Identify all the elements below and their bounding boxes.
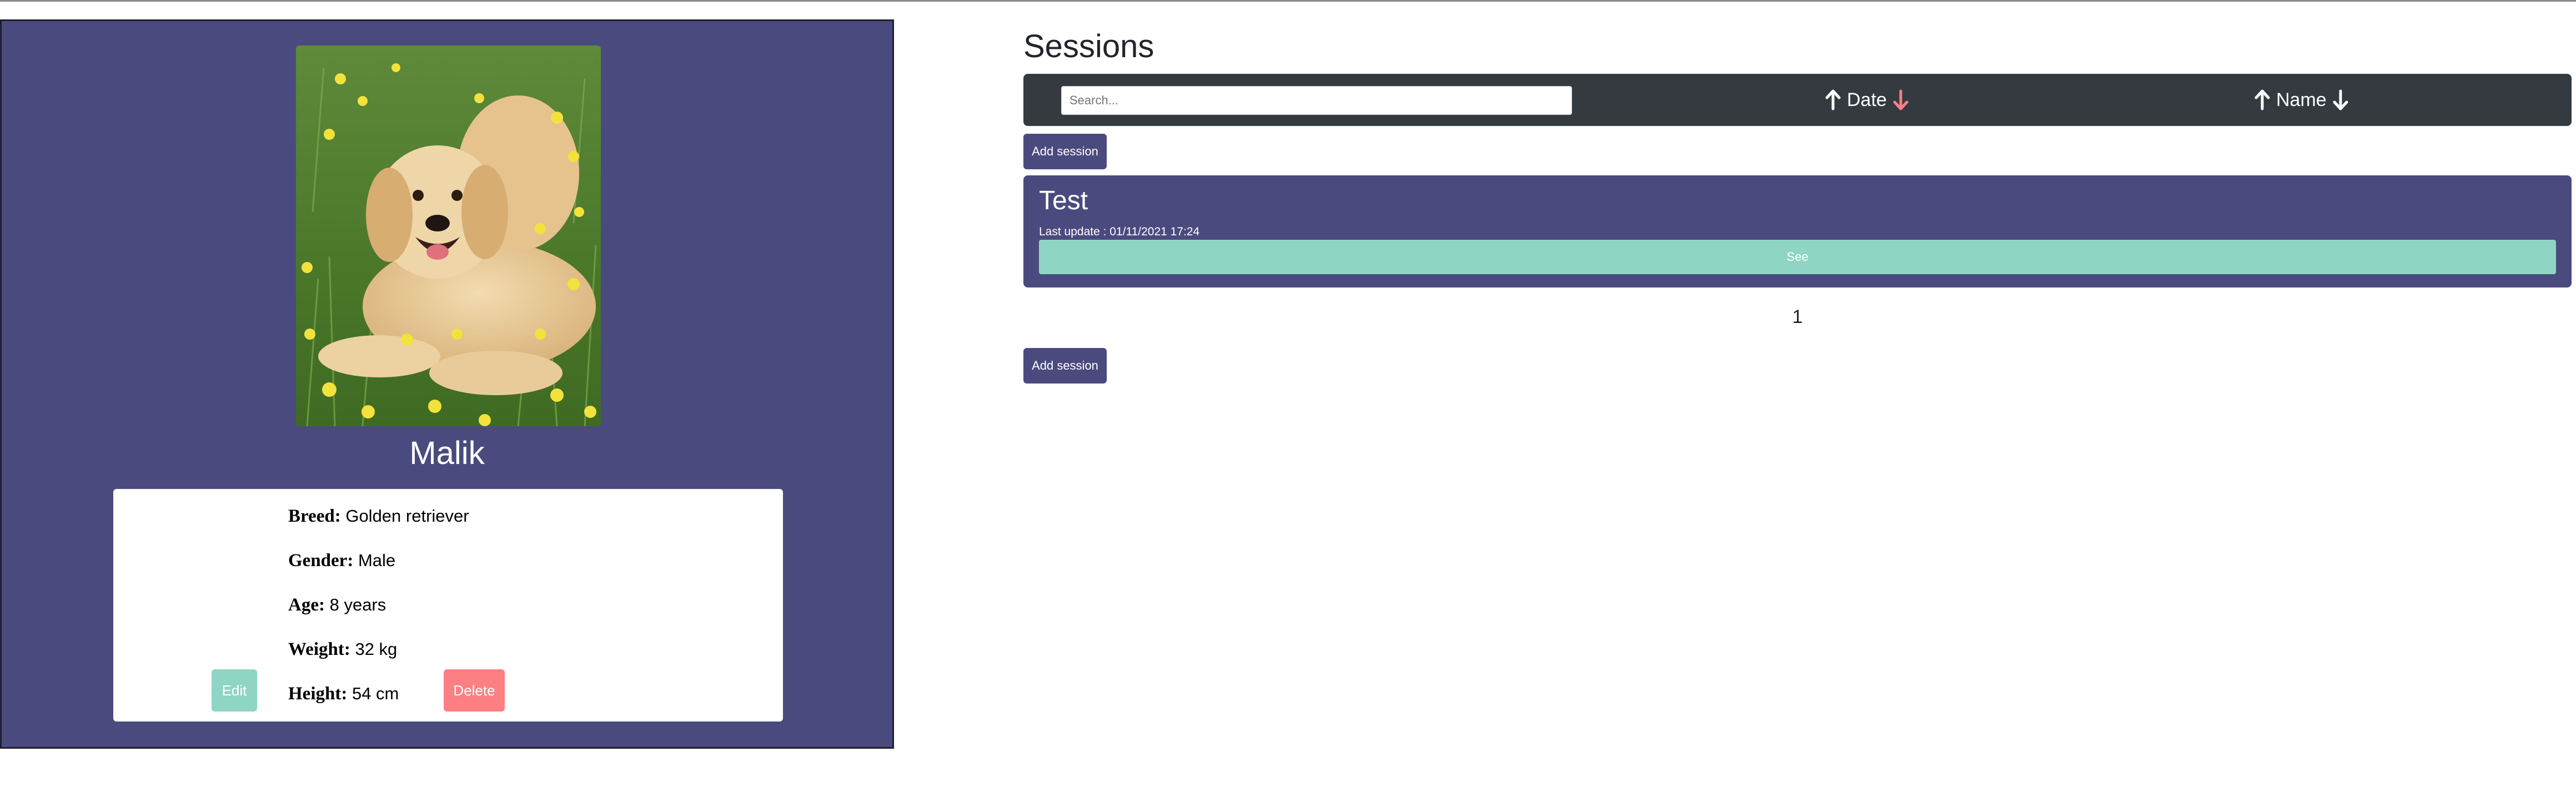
sort-name: Name: [2254, 74, 2349, 126]
edit-button[interactable]: Edit: [212, 669, 257, 712]
age-value: 8 years: [329, 595, 386, 614]
sort-date: Date: [1825, 74, 1909, 126]
weight-row: Weight: 32 kg: [288, 639, 397, 660]
dog-profile-panel: Malik Breed: Golden retriever Gender: Ma…: [0, 19, 894, 749]
height-row: Height: 54 cm: [288, 684, 399, 704]
age-row: Age: 8 years: [288, 595, 386, 616]
session-card: Test Last update : 01/11/2021 17:24 See: [1023, 175, 2572, 287]
search-input[interactable]: [1061, 86, 1572, 115]
age-label: Age:: [288, 595, 325, 615]
gender-label: Gender:: [288, 551, 354, 571]
session-name: Test: [1039, 186, 1088, 215]
sort-date-label: Date: [1847, 89, 1887, 110]
dog-name: Malik: [409, 435, 485, 471]
pagination-page[interactable]: 1: [1777, 306, 1818, 328]
arrow-down-icon[interactable]: [2332, 89, 2349, 110]
sessions-title: Sessions: [1023, 28, 1154, 64]
breed-label: Breed:: [288, 506, 341, 526]
breed-row: Breed: Golden retriever: [288, 506, 469, 527]
gender-value: Male: [358, 551, 396, 570]
see-session-button[interactable]: See: [1039, 240, 2556, 274]
weight-label: Weight:: [288, 639, 350, 659]
height-value: 54 cm: [351, 684, 399, 703]
weight-value: 32 kg: [355, 639, 398, 659]
sort-name-label: Name: [2276, 89, 2327, 110]
arrow-down-icon[interactable]: [1892, 89, 1909, 110]
arrow-up-icon[interactable]: [2254, 89, 2271, 110]
arrow-up-icon[interactable]: [1825, 89, 1841, 110]
breed-value: Golden retriever: [345, 506, 469, 526]
add-session-button[interactable]: Add session: [1023, 348, 1107, 384]
height-label: Height:: [288, 684, 348, 704]
sessions-toolbar: Date Name: [1023, 74, 2572, 126]
add-session-button[interactable]: Add session: [1023, 134, 1107, 169]
dog-info-card: Breed: Golden retriever Gender: Male Age…: [113, 489, 783, 722]
top-border: [0, 0, 2576, 2]
gender-row: Gender: Male: [288, 551, 395, 571]
delete-button[interactable]: Delete: [444, 669, 505, 712]
session-last-update: Last update : 01/11/2021 17:24: [1039, 225, 1200, 238]
dog-photo: [296, 46, 601, 426]
